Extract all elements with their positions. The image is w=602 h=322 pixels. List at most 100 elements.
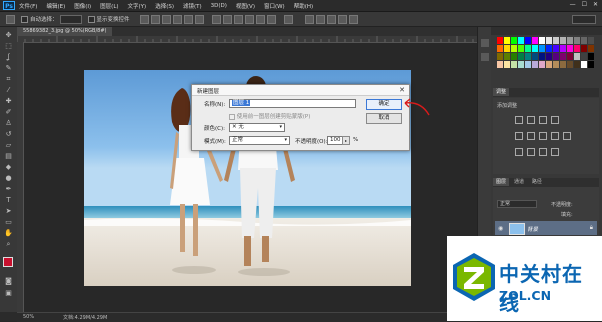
swatch[interactable]: [574, 37, 580, 44]
menu-file[interactable]: 文件(F): [19, 2, 37, 10]
foreground-color-swatch[interactable]: [3, 257, 13, 267]
levels-icon[interactable]: [527, 116, 535, 124]
hue-sat-icon[interactable]: [527, 132, 535, 140]
exposure-icon[interactable]: [551, 116, 559, 124]
eraser-tool-icon[interactable]: ▱: [4, 141, 13, 150]
swatch[interactable]: [497, 45, 503, 52]
vibrance-icon[interactable]: [515, 132, 523, 140]
distribute-middle-icon[interactable]: [222, 14, 232, 24]
menu-edit[interactable]: 编辑(E): [46, 2, 65, 10]
clip-mask-checkbox[interactable]: [229, 113, 235, 120]
show-transform-option[interactable]: 显示变换控件: [87, 15, 130, 23]
document-tab[interactable]: 55869382_3.jpg @ 50%(RGB/8#): [17, 27, 113, 36]
swatch[interactable]: [546, 45, 552, 52]
swatch[interactable]: [546, 61, 552, 68]
swatch[interactable]: [525, 53, 531, 60]
workspace-switcher[interactable]: [572, 15, 596, 24]
align-center-icon[interactable]: [183, 14, 193, 24]
swatch[interactable]: [553, 37, 559, 44]
pen-tool-icon[interactable]: ✒: [4, 185, 13, 194]
clip-mask-option[interactable]: 使用前一图层创建剪贴蒙版(P): [229, 112, 310, 120]
swatch[interactable]: [504, 53, 510, 60]
brightness-icon[interactable]: [515, 116, 523, 124]
distribute-left-icon[interactable]: [244, 14, 254, 24]
3d-scale-icon[interactable]: [348, 14, 358, 24]
swatch[interactable]: [588, 37, 594, 44]
swatch[interactable]: [511, 61, 517, 68]
layer-row-background[interactable]: ◉ 背景 🔒︎: [495, 221, 597, 235]
menu-3d[interactable]: 3D(D): [211, 3, 227, 9]
swatch[interactable]: [539, 53, 545, 60]
3d-rotate-icon[interactable]: [304, 14, 314, 24]
layer-blend-select[interactable]: 正常: [497, 200, 537, 208]
swatch[interactable]: [539, 45, 545, 52]
history-brush-tool-icon[interactable]: ↺: [4, 130, 13, 139]
swatch[interactable]: [560, 37, 566, 44]
distribute-center-icon[interactable]: [255, 14, 265, 24]
menu-help[interactable]: 帮助(H): [294, 2, 313, 10]
layer-name-input[interactable]: 图层 1: [229, 99, 356, 108]
healing-tool-icon[interactable]: ✚: [4, 97, 13, 106]
swatch[interactable]: [546, 53, 552, 60]
show-transform-checkbox[interactable]: [87, 15, 95, 23]
threshold-icon[interactable]: [539, 148, 547, 156]
swatch[interactable]: [525, 61, 531, 68]
swatch[interactable]: [581, 53, 587, 60]
align-top-icon[interactable]: [139, 14, 149, 24]
distribute-right-icon[interactable]: [266, 14, 276, 24]
swatch[interactable]: [497, 61, 503, 68]
menu-filter[interactable]: 滤镜(T): [183, 2, 202, 10]
menu-window[interactable]: 窗口(W): [264, 2, 285, 10]
photo-filter-icon[interactable]: [563, 132, 571, 140]
invert-icon[interactable]: [515, 148, 523, 156]
minimize-button[interactable]: —: [570, 1, 576, 8]
dodge-tool-icon[interactable]: ●: [4, 174, 13, 183]
zoom-level[interactable]: 50%: [23, 314, 34, 320]
swatch[interactable]: [518, 53, 524, 60]
properties-panel-icon[interactable]: [481, 53, 489, 61]
swatch[interactable]: [560, 45, 566, 52]
auto-align-icon[interactable]: [283, 14, 293, 24]
swatch[interactable]: [539, 37, 545, 44]
layers-tab[interactable]: 图层: [493, 178, 510, 186]
swatch[interactable]: [581, 61, 587, 68]
lasso-tool-icon[interactable]: ʆ: [4, 53, 13, 62]
crop-tool-icon[interactable]: ⌗: [4, 75, 13, 84]
swatch[interactable]: [532, 53, 538, 60]
swatch[interactable]: [511, 53, 517, 60]
brush-tool-icon[interactable]: ✐: [4, 108, 13, 117]
swatch[interactable]: [497, 37, 503, 44]
swatch[interactable]: [532, 45, 538, 52]
distribute-top-icon[interactable]: [211, 14, 221, 24]
distribute-bottom-icon[interactable]: [233, 14, 243, 24]
3d-roll-icon[interactable]: [315, 14, 325, 24]
menu-type[interactable]: 文字(Y): [128, 2, 147, 10]
quick-mask-icon[interactable]: ◙: [4, 277, 13, 286]
hand-tool-icon[interactable]: ✋: [4, 229, 13, 238]
swatch[interactable]: [539, 61, 545, 68]
menu-image[interactable]: 图像(I): [74, 2, 91, 10]
menu-select[interactable]: 选择(S): [155, 2, 174, 10]
swatch[interactable]: [532, 37, 538, 44]
swatch[interactable]: [497, 53, 503, 60]
paths-tab[interactable]: 路径: [529, 178, 545, 186]
eyedropper-tool-icon[interactable]: ⁄: [4, 86, 13, 95]
stamp-tool-icon[interactable]: ♙: [4, 119, 13, 128]
swatch[interactable]: [553, 61, 559, 68]
swatch[interactable]: [560, 53, 566, 60]
swatch[interactable]: [567, 61, 573, 68]
dialog-titlebar[interactable]: 新建图层 ✕: [192, 85, 409, 96]
marquee-tool-icon[interactable]: ⬚: [4, 42, 13, 51]
path-select-tool-icon[interactable]: ➤: [4, 207, 13, 216]
align-middle-icon[interactable]: [150, 14, 160, 24]
maximize-button[interactable]: ☐: [582, 1, 587, 8]
swatch[interactable]: [553, 45, 559, 52]
opacity-dropdown-icon[interactable]: ▸: [342, 136, 350, 145]
screen-mode-icon[interactable]: ▣: [4, 289, 13, 298]
swatch[interactable]: [567, 53, 573, 60]
color-select[interactable]: ✕ 无 ▾: [229, 123, 285, 132]
swatches-panel[interactable]: [495, 37, 599, 72]
swatch[interactable]: [567, 37, 573, 44]
swatch[interactable]: [581, 37, 587, 44]
swatch[interactable]: [588, 53, 594, 60]
